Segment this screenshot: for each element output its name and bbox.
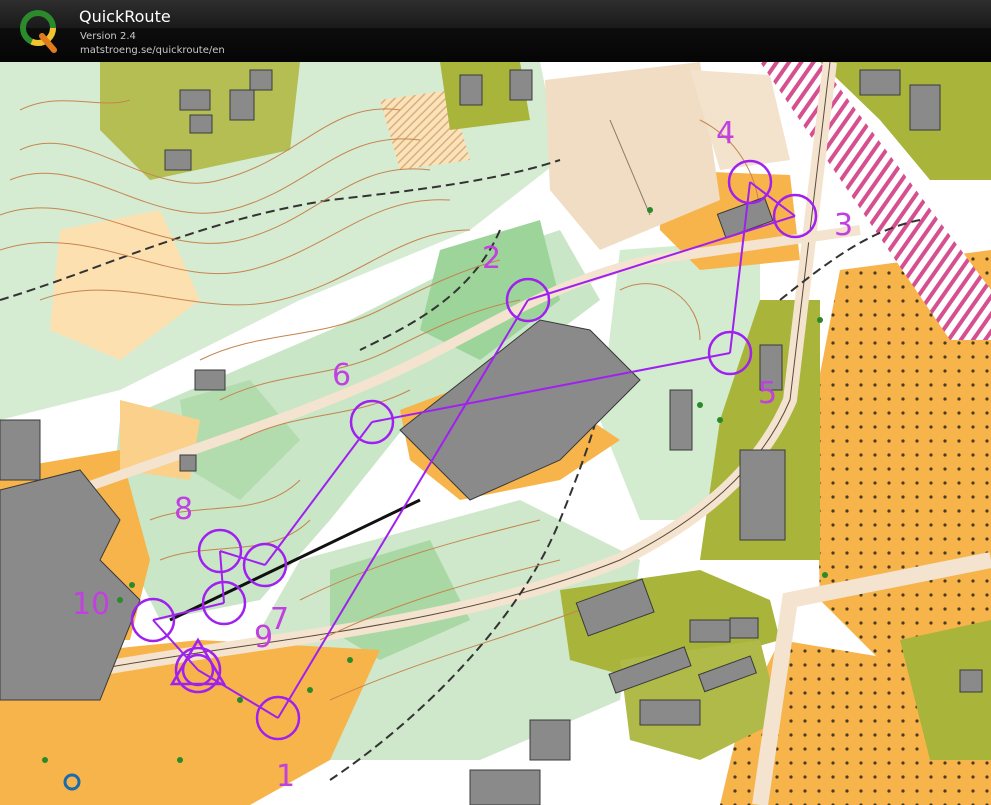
app-header: QuickRoute Version 2.4 matstroeng.se/qui… (0, 0, 991, 62)
app-url[interactable]: matstroeng.se/quickroute/en (80, 45, 225, 56)
control-label-2: 2 (482, 241, 501, 276)
control-label-10: 10 (72, 587, 110, 622)
quickroute-logo-icon (20, 10, 57, 53)
orienteering-map[interactable]: 1 2 3 4 5 6 7 8 9 10 (0, 62, 991, 805)
app-version: Version 2.4 (80, 31, 136, 42)
control-label-6: 6 (332, 358, 351, 393)
control-label-3: 3 (834, 208, 853, 243)
control-label-1: 1 (276, 759, 295, 794)
control-label-9: 9 (254, 620, 273, 655)
app-title: QuickRoute (79, 7, 171, 26)
control-label-5: 5 (758, 376, 777, 411)
control-label-4: 4 (716, 116, 735, 151)
control-label-8: 8 (174, 492, 193, 527)
